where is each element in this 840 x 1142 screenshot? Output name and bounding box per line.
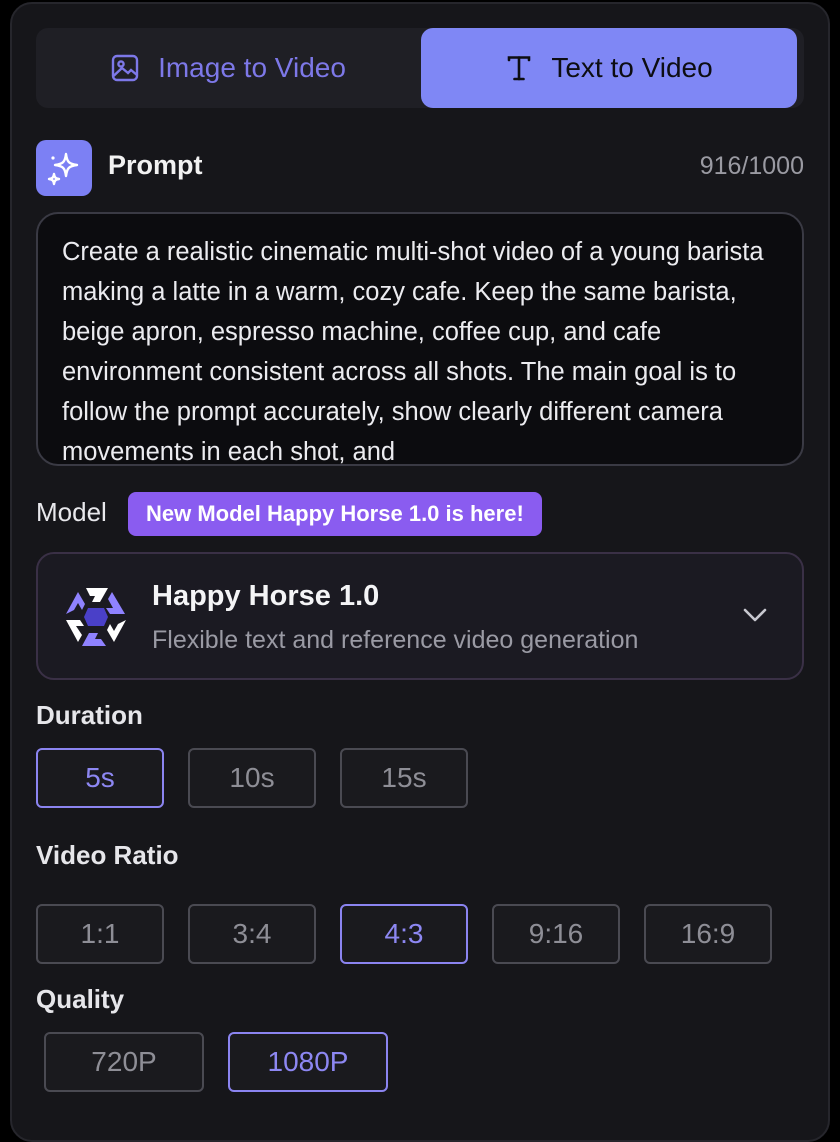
ratio-option-3-4[interactable]: 3:4 — [188, 904, 316, 964]
new-model-badge: New Model Happy Horse 1.0 is here! — [128, 492, 542, 536]
tab-text-to-video-label: Text to Video — [551, 52, 713, 83]
prompt-label: Prompt — [108, 150, 203, 180]
prompt-textarea[interactable]: Create a realistic cinematic multi-shot … — [36, 212, 804, 466]
tab-text-to-video[interactable]: Text to Video — [421, 28, 797, 108]
duration-option-5s[interactable]: 5s — [36, 748, 164, 808]
tab-image-to-video-label: Image to Video — [158, 52, 346, 83]
prompt-text: Create a realistic cinematic multi-shot … — [62, 238, 764, 466]
duration-label: Duration — [36, 700, 143, 730]
duration-option-15s[interactable]: 15s — [340, 748, 468, 808]
tab-image-to-video[interactable]: Image to Video — [36, 28, 420, 108]
prompt-char-count: 916/1000 — [699, 152, 804, 180]
quality-option-1080p[interactable]: 1080P — [228, 1032, 388, 1092]
text-icon — [508, 56, 531, 81]
model-label: Model — [36, 497, 107, 527]
chevron-down-icon — [743, 608, 767, 622]
ratio-option-4-3[interactable]: 4:3 — [340, 904, 468, 964]
ratio-option-16-9[interactable]: 16:9 — [644, 904, 772, 964]
ratio-option-1-1[interactable]: 1:1 — [36, 904, 164, 964]
model-description: Flexible text and reference video genera… — [152, 626, 639, 654]
image-icon — [111, 54, 139, 82]
happy-horse-logo-icon — [66, 588, 126, 646]
sparkle-icon — [36, 140, 92, 196]
ratio-option-9-16[interactable]: 9:16 — [492, 904, 620, 964]
duration-option-10s[interactable]: 10s — [188, 748, 316, 808]
quality-option-720p[interactable]: 720P — [44, 1032, 204, 1092]
mode-tabs: Image to Video Text to Video — [36, 28, 804, 108]
model-name: Happy Horse 1.0 — [152, 580, 380, 612]
video-ratio-label: Video Ratio — [36, 840, 179, 870]
quality-label: Quality — [36, 984, 125, 1014]
model-selector[interactable]: Happy Horse 1.0 Flexible text and refere… — [36, 552, 804, 680]
